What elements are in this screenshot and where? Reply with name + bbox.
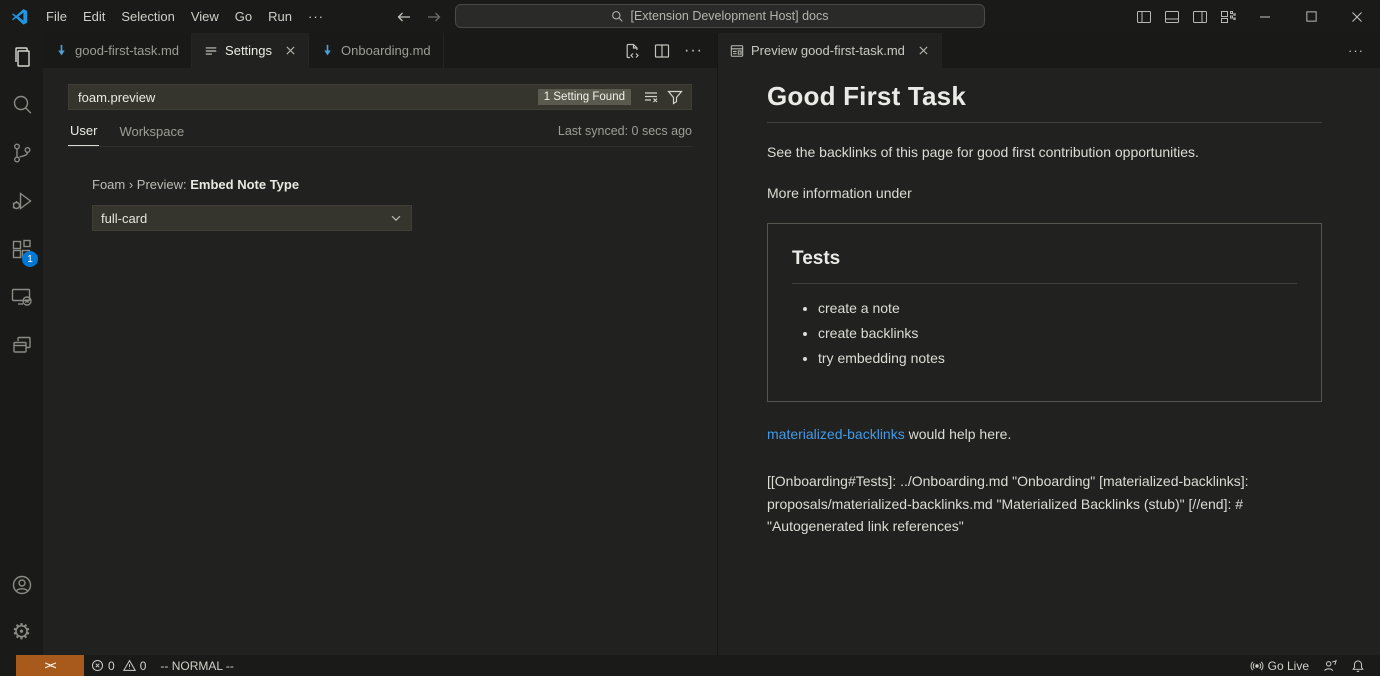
minimize-button[interactable]: [1242, 0, 1288, 33]
history-forward-icon[interactable]: [426, 9, 442, 25]
menu-selection[interactable]: Selection: [113, 6, 182, 27]
left-editor-group: good-first-task.md Settings Onboarding.m…: [43, 33, 717, 655]
markdown-file-icon: [55, 44, 68, 57]
select-value: full-card: [101, 211, 147, 226]
markdown-preview-icon: [730, 44, 744, 58]
preview-title: Good First Task: [767, 81, 1322, 123]
tab-good-first-task[interactable]: good-first-task.md: [43, 33, 192, 68]
broadcast-icon: [1250, 659, 1264, 673]
toggle-sidebar-icon[interactable]: [1130, 0, 1158, 33]
warning-icon: [123, 659, 136, 672]
menu-more-button[interactable]: ···: [300, 6, 332, 27]
feedback-icon[interactable]: [1316, 655, 1344, 676]
history-back-icon[interactable]: [396, 9, 412, 25]
remote-indicator[interactable]: ><: [16, 655, 84, 676]
toggle-panel-icon[interactable]: [1158, 0, 1186, 33]
last-synced-label: Last synced: 0 secs ago: [558, 124, 692, 145]
problems-indicator[interactable]: 0 0: [84, 655, 153, 676]
editor-layouts-icon[interactable]: [0, 321, 43, 369]
clear-search-results-icon[interactable]: [643, 89, 659, 105]
extensions-badge: 1: [22, 251, 38, 267]
tab-preview-good-first-task[interactable]: Preview good-first-task.md: [718, 33, 942, 68]
tab-onboarding[interactable]: Onboarding.md: [309, 33, 444, 68]
settings-scope-tabs: User Workspace Last synced: 0 secs ago: [68, 123, 692, 147]
embedded-note-title: Tests: [792, 248, 1297, 284]
run-debug-icon[interactable]: [0, 177, 43, 225]
menu-edit[interactable]: Edit: [75, 6, 113, 27]
close-window-button[interactable]: [1334, 0, 1380, 33]
split-editor-icon[interactable]: [654, 43, 670, 59]
setting-name-label: Embed Note Type: [190, 177, 299, 192]
customize-layout-icon[interactable]: [1214, 0, 1242, 33]
preview-paragraph: More information under: [767, 185, 1322, 201]
tab-settings[interactable]: Settings: [192, 33, 309, 68]
embed-note-type-select[interactable]: full-card: [92, 205, 412, 231]
settings-result-count-badge: 1 Setting Found: [538, 89, 631, 105]
list-item: try embedding notes: [818, 350, 1297, 366]
settings-gear-icon[interactable]: ⚙: [0, 609, 43, 655]
error-icon: [91, 659, 104, 672]
open-settings-json-icon[interactable]: [624, 43, 640, 59]
go-live-button[interactable]: Go Live: [1243, 655, 1316, 676]
command-center-title: [Extension Development Host] docs: [630, 9, 828, 23]
more-actions-icon[interactable]: ···: [1348, 33, 1380, 68]
setting-category-label: Foam › Preview:: [92, 177, 190, 192]
command-center-search[interactable]: [Extension Development Host] docs: [455, 4, 985, 28]
menu-view[interactable]: View: [183, 6, 227, 27]
chevron-down-icon: [389, 211, 403, 225]
title-bar: File Edit Selection View Go Run ··· [Ext…: [0, 0, 1380, 33]
materialized-backlinks-link[interactable]: materialized-backlinks: [767, 426, 905, 442]
remote-explorer-icon[interactable]: [0, 273, 43, 321]
source-control-icon[interactable]: [0, 129, 43, 177]
close-tab-icon[interactable]: [918, 45, 929, 56]
embedded-note-list: create a note create backlinks try embed…: [792, 300, 1297, 366]
accounts-icon[interactable]: [0, 561, 43, 609]
more-actions-icon[interactable]: ···: [684, 42, 703, 60]
editor-actions: ···: [624, 33, 717, 68]
right-tab-strip: Preview good-first-task.md ···: [718, 33, 1380, 68]
menu-go[interactable]: Go: [227, 6, 260, 27]
menu-run[interactable]: Run: [260, 6, 300, 27]
filter-settings-icon[interactable]: [667, 89, 683, 105]
remote-icon: ><: [45, 660, 56, 672]
right-editor-group: Preview good-first-task.md ··· Good Firs…: [717, 33, 1380, 655]
setting-item-embed-note-type: Foam › Preview: Embed Note Type full-car…: [92, 177, 692, 231]
search-view-icon[interactable]: [0, 81, 43, 129]
menu-file[interactable]: File: [38, 6, 75, 27]
maximize-button[interactable]: [1288, 0, 1334, 33]
list-item: create backlinks: [818, 325, 1297, 341]
status-bar: >< 0 0 -- NORMAL -- Go Live: [0, 655, 1380, 676]
extensions-icon[interactable]: 1: [0, 225, 43, 273]
left-tab-strip: good-first-task.md Settings Onboarding.m…: [43, 33, 717, 68]
markdown-preview-pane: Good First Task See the backlinks of thi…: [718, 68, 1380, 538]
preview-paragraph: See the backlinks of this page for good …: [767, 144, 1322, 160]
embedded-note-card: Tests create a note create backlinks try…: [767, 223, 1322, 402]
settings-search-input[interactable]: [78, 90, 538, 105]
vim-mode-indicator[interactable]: -- NORMAL --: [153, 655, 241, 676]
search-icon: [611, 10, 624, 23]
link-references-text: [[Onboarding#Tests]: ../Onboarding.md "O…: [767, 470, 1322, 538]
toggle-secondary-sidebar-icon[interactable]: [1186, 0, 1214, 33]
scope-tab-workspace[interactable]: Workspace: [117, 124, 186, 146]
settings-search-bar: 1 Setting Found: [68, 84, 692, 110]
scope-tab-user[interactable]: User: [68, 123, 99, 146]
vscode-logo-icon: [11, 8, 28, 25]
settings-editor: 1 Setting Found User Workspace Last sync…: [43, 68, 717, 231]
notifications-bell-icon[interactable]: [1344, 655, 1372, 676]
explorer-icon[interactable]: [0, 33, 43, 81]
markdown-file-icon: [321, 44, 334, 57]
activity-bar: 1 ⚙: [0, 33, 43, 655]
close-tab-icon[interactable]: [285, 45, 296, 56]
link-tail-text: would help here.: [905, 426, 1012, 442]
settings-editor-icon: [204, 44, 218, 58]
list-item: create a note: [818, 300, 1297, 316]
